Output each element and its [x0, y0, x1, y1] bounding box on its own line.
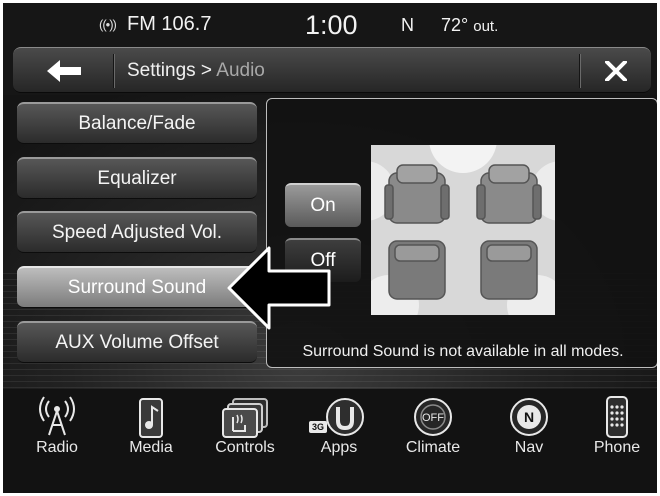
pointer-arrow-icon	[227, 246, 331, 330]
dock-label-climate: Climate	[405, 439, 461, 456]
dock-phone[interactable]: Phone	[575, 389, 657, 473]
dock-climate[interactable]: OFF Climate	[391, 389, 475, 473]
dock-media[interactable]: Media	[109, 389, 193, 473]
bottom-dock: Radio Media Controls 3G Apps OFF Climate…	[3, 389, 657, 493]
menu-equalizer[interactable]: Equalizer	[17, 157, 257, 199]
climate-off-icon: OFF	[403, 395, 463, 439]
apps-3g-badge: 3G	[312, 422, 324, 432]
radio-station[interactable]: FM 106.7	[127, 13, 211, 36]
compass-heading: N	[401, 15, 414, 35]
breadcrumb-separator: >	[195, 60, 217, 81]
cabin-seating-diagram	[371, 145, 555, 315]
antenna-icon	[27, 395, 87, 439]
front-left-seat	[384, 164, 450, 224]
surround-availability-note: Surround Sound is not available in all m…	[302, 343, 624, 360]
title-divider	[579, 54, 581, 88]
rear-right-seat	[480, 240, 538, 300]
dock-nav[interactable]: N Nav	[487, 389, 571, 473]
breadcrumb: Settings > Audio	[127, 60, 265, 82]
surround-on-button[interactable]: On	[285, 183, 361, 227]
dock-label-apps: Apps	[320, 439, 358, 456]
menu-speed-adjusted-volume[interactable]: Speed Adjusted Vol.	[17, 211, 257, 253]
menu-balance-fade[interactable]: Balance/Fade	[17, 102, 257, 144]
dock-label-controls: Controls	[215, 439, 275, 456]
clock: 1:00	[305, 10, 358, 40]
back-button[interactable]	[13, 48, 113, 94]
close-icon	[605, 61, 627, 81]
compass-icon: N	[499, 395, 559, 439]
dock-label-media: Media	[129, 439, 173, 456]
dock-radio[interactable]: Radio	[15, 389, 99, 473]
title-divider	[113, 54, 115, 88]
dock-label-phone: Phone	[593, 439, 641, 456]
phone-keypad-icon	[587, 395, 647, 439]
outside-temperature: 72° out.	[441, 15, 498, 36]
nav-n-text: N	[524, 409, 534, 425]
uconnect-apps-icon: 3G	[309, 395, 369, 439]
front-right-seat	[476, 164, 542, 224]
menu-surround-sound[interactable]: Surround Sound	[17, 266, 257, 308]
status-bar: ((•)) FM 106.7 1:00 N 72° out.	[3, 3, 657, 45]
breadcrumb-audio: Audio	[216, 60, 265, 81]
title-bar: Settings > Audio	[13, 47, 651, 93]
heated-seat-icon	[215, 395, 275, 439]
dock-label-radio: Radio	[36, 439, 78, 456]
temperature-suffix: out.	[473, 18, 499, 35]
temperature-value: 72°	[441, 15, 469, 35]
dock-label-nav: Nav	[514, 439, 544, 456]
breadcrumb-settings[interactable]: Settings	[127, 60, 196, 81]
radio-signal-icon: ((•))	[99, 17, 117, 32]
climate-off-text: OFF	[422, 412, 444, 424]
dock-controls[interactable]: Controls	[203, 389, 287, 473]
head-unit-screen: ((•)) FM 106.7 1:00 N 72° out. Settings …	[0, 0, 660, 496]
back-arrow-icon	[47, 60, 81, 82]
dock-apps[interactable]: 3G Apps	[297, 389, 381, 473]
close-button[interactable]	[583, 48, 651, 94]
rear-left-seat	[388, 240, 446, 300]
menu-aux-volume-offset[interactable]: AUX Volume Offset	[17, 321, 257, 363]
music-note-icon	[121, 395, 181, 439]
